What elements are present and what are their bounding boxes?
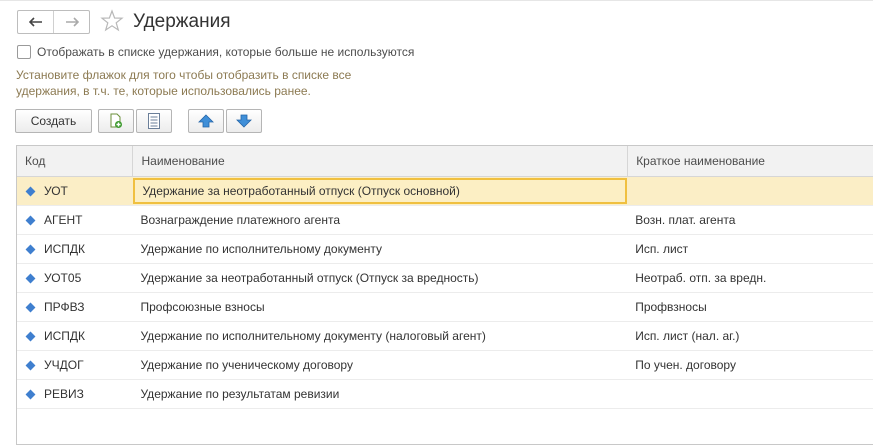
table-row[interactable]: ИСПДК Удержание по исполнительному докуме…: [17, 322, 873, 351]
code-text: УОТ: [44, 184, 68, 198]
cell-code[interactable]: РЕВИЗ: [17, 380, 133, 408]
star-icon: [100, 9, 124, 32]
show-unused-checkbox-row[interactable]: Отображать в списке удержания, которые б…: [17, 45, 414, 59]
item-marker-icon: [25, 331, 36, 341]
forward-button[interactable]: [53, 11, 89, 33]
table-row[interactable]: РЕВИЗ Удержание по результатам ревизии: [17, 380, 873, 409]
table-row[interactable]: УОТ Удержание за неотработанный отпуск (О…: [17, 177, 873, 206]
item-marker-icon: [25, 360, 36, 370]
table-body: УОТ Удержание за неотработанный отпуск (О…: [17, 177, 873, 409]
navigation-buttons: [17, 10, 90, 34]
cell-short-name[interactable]: Возн. плат. агента: [627, 206, 873, 234]
hint-line-2: удержания, в т.ч. те, которые использова…: [16, 84, 311, 98]
item-marker-icon: [25, 215, 36, 225]
arrow-right-icon: [65, 17, 79, 27]
hint-line-1: Установите флажок для того чтобы отобраз…: [16, 68, 352, 82]
column-header-short-name[interactable]: Краткое наименование: [627, 146, 873, 176]
hint-text: Установите флажок для того чтобы отобраз…: [16, 67, 416, 99]
cell-name[interactable]: Вознаграждение платежного агента: [133, 206, 628, 234]
copy-button[interactable]: [98, 109, 134, 133]
item-marker-icon: [25, 273, 36, 283]
table-row[interactable]: ИСПДК Удержание по исполнительному докуме…: [17, 235, 873, 264]
item-marker-icon: [25, 389, 36, 399]
code-text: УОТ05: [44, 271, 82, 285]
arrow-down-icon: [236, 114, 252, 128]
create-button[interactable]: Создать: [15, 109, 92, 133]
code-text: АГЕНТ: [44, 213, 83, 227]
code-text: ИСПДК: [44, 329, 86, 343]
code-text: УЧДОГ: [44, 358, 84, 372]
copy-add-icon: [110, 113, 122, 128]
cell-name[interactable]: Удержание по исполнительному документу: [133, 235, 628, 263]
item-marker-icon: [25, 244, 36, 254]
table-row[interactable]: УЧДОГ Удержание по ученическому договору П…: [17, 351, 873, 380]
cell-name[interactable]: Профсоюзные взносы: [133, 293, 628, 321]
cell-short-name[interactable]: Исп. лист (нал. аг.): [627, 322, 873, 350]
back-button[interactable]: [18, 11, 53, 33]
list-button[interactable]: [136, 109, 172, 133]
column-header-code[interactable]: Код: [17, 146, 132, 176]
table-row[interactable]: УОТ05 Удержание за неотработанный отпуск …: [17, 264, 873, 293]
cell-short-name[interactable]: По учен. договору: [627, 351, 873, 379]
cell-short-name[interactable]: Профвзносы: [627, 293, 873, 321]
code-text: ИСПДК: [44, 242, 86, 256]
list-icon: [148, 113, 160, 129]
cell-name[interactable]: Удержание по ученическому договору: [133, 351, 628, 379]
table-header: Код Наименование Краткое наименование: [17, 146, 873, 177]
column-header-name[interactable]: Наименование: [132, 146, 627, 176]
page-title: Удержания: [133, 11, 231, 32]
cell-code[interactable]: УЧДОГ: [17, 351, 133, 379]
show-unused-checkbox[interactable]: [17, 45, 31, 59]
cell-short-name[interactable]: Исп. лист: [627, 235, 873, 263]
table-row[interactable]: ПРФВЗ Профсоюзные взносы Профвзносы: [17, 293, 873, 322]
code-text: РЕВИЗ: [44, 387, 84, 401]
move-up-button[interactable]: [188, 109, 224, 133]
cell-code[interactable]: УОТ: [17, 177, 133, 205]
item-marker-icon: [25, 302, 36, 312]
cell-name[interactable]: Удержание за неотработанный отпуск (Отпу…: [133, 264, 628, 292]
cell-code[interactable]: УОТ05: [17, 264, 133, 292]
arrow-up-icon: [198, 114, 214, 128]
cell-code[interactable]: ИСПДК: [17, 322, 133, 350]
table-row[interactable]: АГЕНТ Вознаграждение платежного агента Воз…: [17, 206, 873, 235]
cell-code[interactable]: ПРФВЗ: [17, 293, 133, 321]
cell-code[interactable]: ИСПДК: [17, 235, 133, 263]
arrow-left-icon: [28, 17, 42, 27]
favorite-button[interactable]: [100, 9, 124, 33]
show-unused-label: Отображать в списке удержания, которые б…: [37, 45, 415, 59]
cell-name[interactable]: Удержание по результатам ревизии: [133, 380, 628, 408]
code-text: ПРФВЗ: [44, 300, 85, 314]
cell-name[interactable]: Удержание по исполнительному документу (…: [133, 322, 628, 350]
cell-short-name[interactable]: [627, 380, 873, 408]
cell-short-name[interactable]: [627, 177, 873, 205]
deductions-table: Код Наименование Краткое наименование УО…: [16, 145, 873, 445]
item-marker-icon: [25, 186, 36, 196]
move-down-button[interactable]: [226, 109, 262, 133]
cell-code[interactable]: АГЕНТ: [17, 206, 133, 234]
cell-short-name[interactable]: Неотраб. отп. за вредн.: [627, 264, 873, 292]
cell-name[interactable]: Удержание за неотработанный отпуск (Отпу…: [132, 178, 628, 204]
